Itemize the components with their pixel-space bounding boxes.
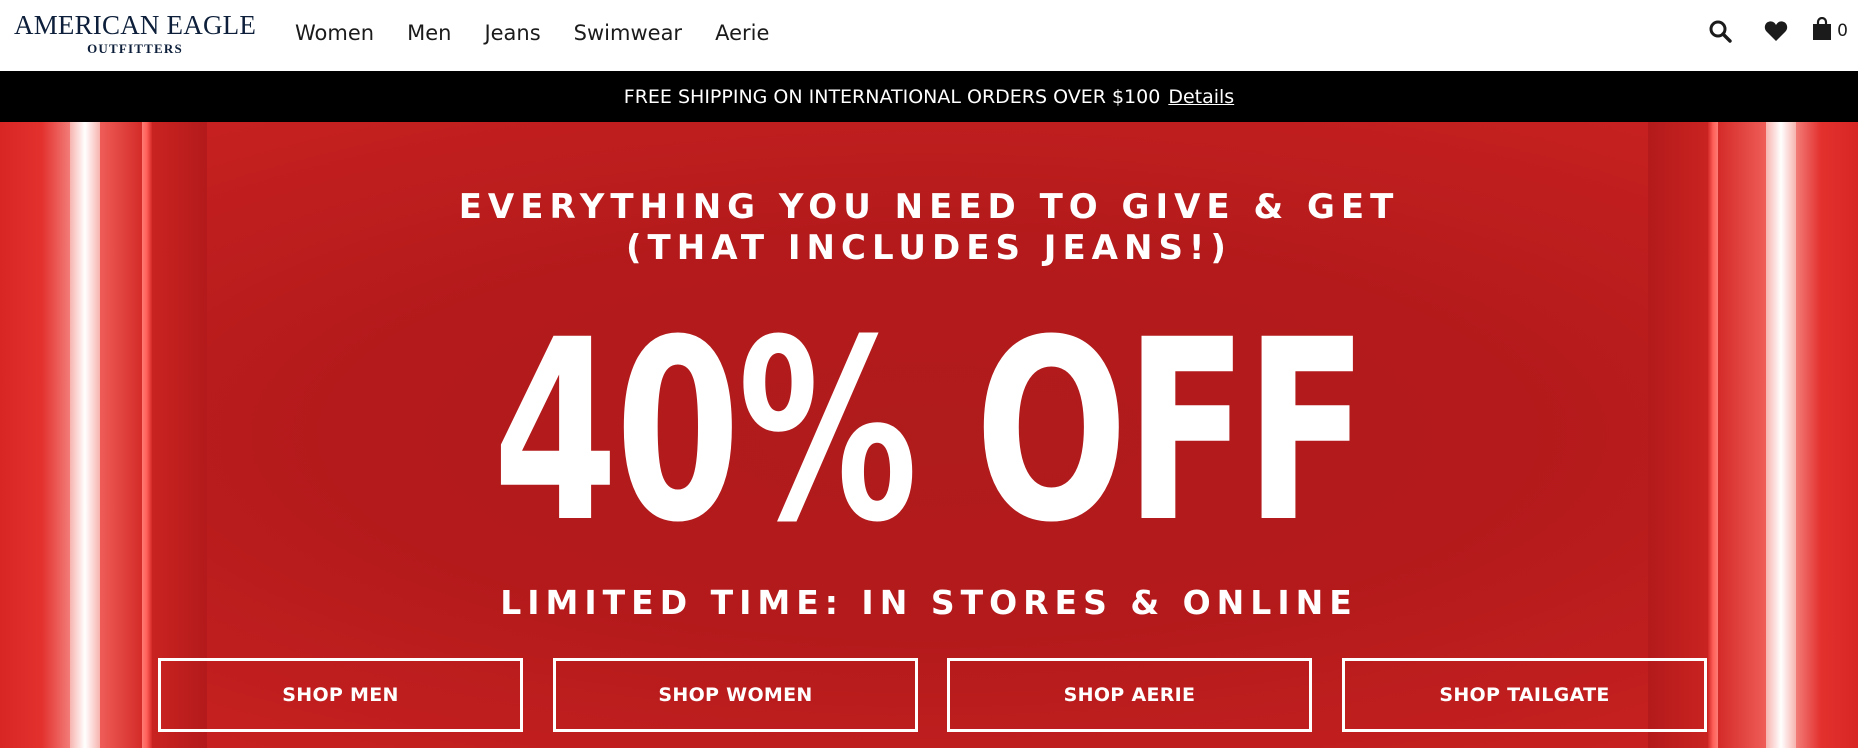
header-icons: 0 xyxy=(1682,16,1848,46)
main-nav: Women Men Jeans Swimwear Aerie xyxy=(295,18,802,48)
hero-limited-time: LIMITED TIME: IN STORES & ONLINE xyxy=(500,583,1358,622)
shop-aerie-button[interactable]: SHOP AERIE xyxy=(947,658,1312,732)
american-eagle-logo[interactable]: AMERICAN EAGLE OUTFITTERS xyxy=(14,10,257,56)
cart-count: 0 xyxy=(1837,21,1848,41)
logo-wordmark: AMERICAN EAGLE xyxy=(14,10,257,40)
nav-item-men[interactable]: Men xyxy=(407,21,451,45)
nav-item-aerie[interactable]: Aerie xyxy=(715,21,769,45)
logo-subtitle: OUTFITTERS xyxy=(87,41,183,56)
promo-details-link[interactable]: Details xyxy=(1168,86,1234,108)
promo-text: FREE SHIPPING ON INTERNATIONAL ORDERS OV… xyxy=(623,85,1161,108)
shop-men-button[interactable]: SHOP MEN xyxy=(158,658,523,732)
shopping-bag-icon xyxy=(1812,16,1832,46)
hero-banner[interactable]: EVERYTHING YOU NEED TO GIVE & GET (THAT … xyxy=(0,122,1858,748)
search-icon[interactable] xyxy=(1702,16,1738,46)
nav-item-swimwear[interactable]: Swimwear xyxy=(574,21,682,45)
site-header: AMERICAN EAGLE OUTFITTERS Women Men Jean… xyxy=(0,0,1858,71)
hero-subtagline: (THAT INCLUDES JEANS!) xyxy=(626,228,1232,268)
promo-bar: FREE SHIPPING ON INTERNATIONAL ORDERS OV… xyxy=(0,71,1858,122)
heart-icon[interactable] xyxy=(1758,16,1794,46)
cta-button-row: SHOP MEN SHOP WOMEN SHOP AERIE SHOP TAIL… xyxy=(0,658,1858,732)
shop-tailgate-button[interactable]: SHOP TAILGATE xyxy=(1342,658,1707,732)
nav-item-women[interactable]: Women xyxy=(295,21,374,45)
cart-button[interactable]: 0 xyxy=(1812,16,1848,46)
hero-headline: 40% OFF xyxy=(492,286,1368,577)
shop-women-button[interactable]: SHOP WOMEN xyxy=(553,658,918,732)
hero-tagline: EVERYTHING YOU NEED TO GIVE & GET xyxy=(458,187,1400,227)
nav-item-jeans[interactable]: Jeans xyxy=(484,21,540,45)
